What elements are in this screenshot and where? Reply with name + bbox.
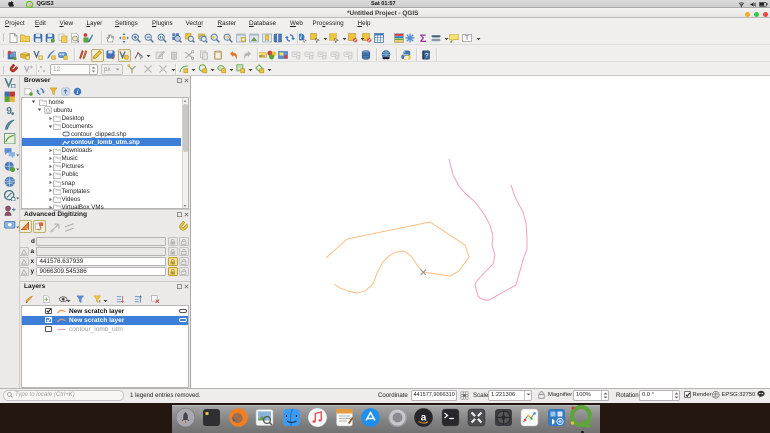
svg-text:a: a	[421, 413, 427, 424]
